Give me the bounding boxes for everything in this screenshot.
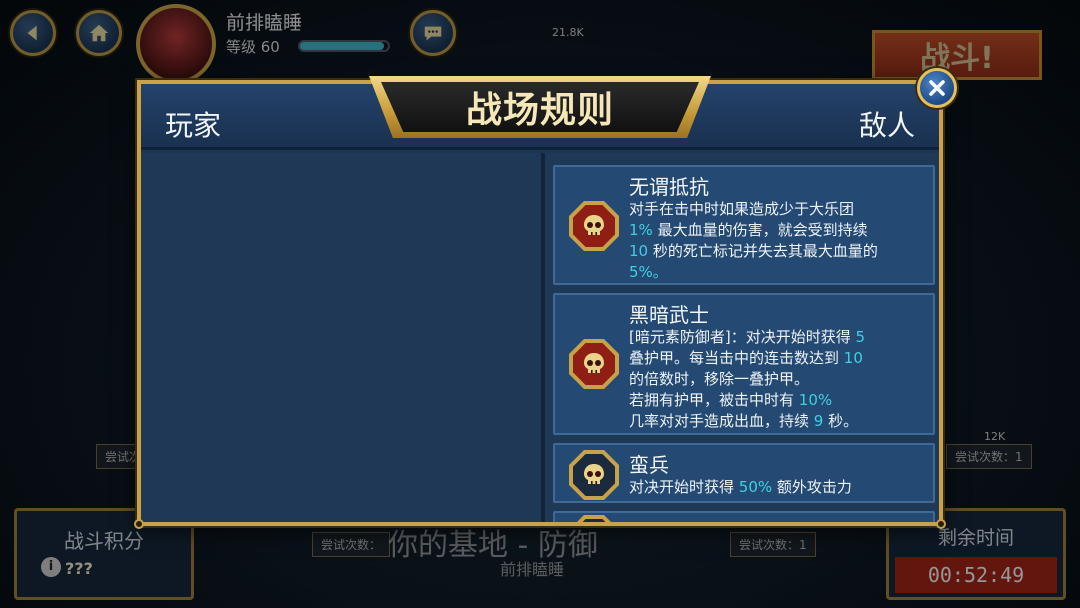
rule-description-line: [暗元素防御者]：对决开始时获得 5 [629,327,927,348]
title-banner: 战场规则 [369,76,711,138]
rule-text: 对决开始时获得 [629,478,739,496]
rule-value-highlight: 10 [629,242,649,260]
rule-value-highlight: 5%。 [629,263,668,281]
skull-icon [569,339,619,389]
rule-description-line: 的倍数时，移除一叠护甲。 [629,369,927,390]
rule-description-line: 对手在击中时如果造成少于大乐团 [629,199,927,220]
player-column-label: 玩家 [165,109,222,142]
close-icon [929,80,945,96]
rule-value-highlight: 10 [843,349,863,367]
rule-description: 对手在击中时如果造成少于大乐团 1% 最大血量的伤害，就会受到持续 10 秒的死亡标… [629,199,927,283]
rule-card: 黑暗武士 [暗元素防御者]：对决开始时获得 5 叠护甲。每当击中的连击数达到 10 的… [553,293,935,435]
rule-text: 最大血量的伤害，就会受到持续 [652,221,868,239]
rule-text: 额外攻击力 [772,478,852,496]
close-button[interactable] [917,68,957,108]
rule-description: 对决开始时获得 50% 额外攻击力 [629,477,927,498]
rule-card: 蛮兵 对决开始时获得 50% 额外攻击力 [553,443,935,503]
rule-text: 几率对对手造成出血，持续 [629,412,814,430]
rule-description-line: 1% 最大血量的伤害，就会受到持续 [629,220,927,241]
skull-icon [569,201,619,251]
rule-text: 秒的死亡标记并失去其最大血量的 [648,242,878,260]
modal-title: 战场规则 [465,90,614,131]
rule-description-line: 10 秒的死亡标记并失去其最大血量的 [629,241,927,262]
rule-value-highlight: 10% [798,391,833,409]
rule-text: 秒。 [823,412,859,430]
rule-text: 对手在击中时如果造成少于大乐团 [629,200,855,218]
rule-card: 投毒 [553,511,935,522]
rule-name: 无谓抵抗 [629,175,709,199]
rule-text: 若拥有护甲，被击中时有 [629,391,799,409]
enemy-column-label: 敌人 [858,109,915,142]
rule-text: 的倍数时，移除一叠护甲。 [629,370,810,388]
rule-value-highlight: 1% [629,221,653,239]
battlefield-rules-modal: 玩家 敌人 战场规则 无谓抵抗 对手在击中时如果造成少于大乐团 1% 最大血量的伤害… [134,68,957,529]
rule-text: 叠护甲。每当击中的连击数达到 [629,349,844,367]
rule-description: [暗元素防御者]：对决开始时获得 5 叠护甲。每当击中的连击数达到 10 的倍数时，… [629,327,927,432]
rule-description-line: 叠护甲。每当击中的连击数达到 10 [629,348,927,369]
player-rules-list [141,153,541,522]
rule-text: [暗元素防御者]：对决开始时获得 [629,328,856,346]
rule-value-highlight: 5 [855,328,866,346]
rule-description-line: 5%。 [629,262,927,283]
rule-description-line: 几率对对手造成出血，持续 9 秒。 [629,411,927,432]
rule-name: 投毒 [629,517,669,522]
rule-card: 无谓抵抗 对手在击中时如果造成少于大乐团 1% 最大血量的伤害，就会受到持续 10 秒… [553,165,935,285]
rule-name: 蛮兵 [629,453,669,477]
skull-icon [569,450,619,500]
rule-value-highlight: 9 [813,412,824,430]
rule-name: 黑暗武士 [629,303,709,327]
skull-icon [569,515,619,522]
rule-value-highlight: 50% [738,478,773,496]
rule-description-line: 对决开始时获得 50% 额外攻击力 [629,477,927,498]
enemy-rules-list[interactable]: 无谓抵抗 对手在击中时如果造成少于大乐团 1% 最大血量的伤害，就会受到持续 10 秒… [545,153,939,522]
rule-description-line: 若拥有护甲，被击中时有 10% [629,390,927,411]
